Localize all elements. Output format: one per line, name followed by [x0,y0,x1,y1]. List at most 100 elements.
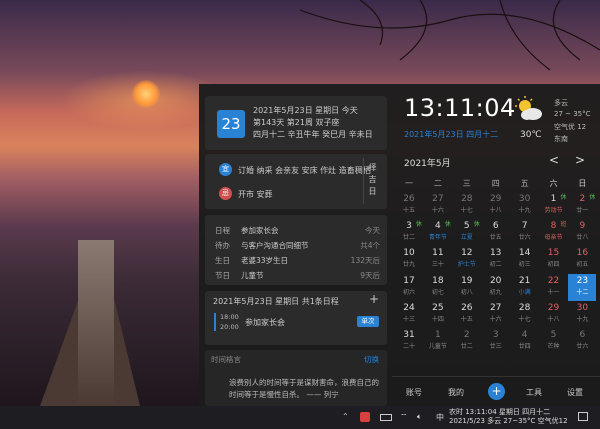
today-card[interactable]: 23 2021年5月23日 星期日 今天 第143天 第21周 双子座 四月十二… [205,96,387,150]
day-cell[interactable]: 13 初二 [482,246,510,273]
day-cell[interactable]: 14 初三 [511,246,539,273]
day-cell[interactable]: 15 初四 [540,246,568,273]
day-cell[interactable]: 30 十九 [511,192,539,219]
add-schedule-button[interactable]: + [369,292,379,306]
schedule-card: 2021年5月23日 星期日 共1条日程 + 18:00 20:00 参加家长会… [205,291,387,345]
lunar-label: 十八 [489,207,502,214]
chevron-up-icon[interactable]: ⌃ [342,412,349,421]
day-number: 30 [518,194,531,204]
lunar-label: 十八 [547,315,560,323]
day-cell[interactable]: 12 护士节 [453,246,481,273]
day-number: 21 [518,275,531,286]
settings-button[interactable]: 设置 [567,387,583,398]
day-cell[interactable]: 28 十七 [511,301,539,328]
day-cell[interactable]: 16 初五 [568,246,596,273]
lunar-label: 十九 [518,207,531,214]
prev-month-button[interactable]: < [549,153,559,167]
app-tray-icon[interactable] [360,412,370,422]
day-cell[interactable]: 2 廿二 [453,328,481,355]
holiday-tag: 休 [560,194,567,201]
day-cell[interactable]: 5 立夏休 [453,219,481,246]
day-cell[interactable]: 23 十二 [568,273,597,301]
day-cell[interactable]: 5 芒种 [540,328,568,355]
event-row[interactable]: 日程 参加家长会 今天 [215,225,380,239]
account-button[interactable]: 账号 [406,387,422,398]
day-cell[interactable]: 20 初九 [482,274,510,301]
lunar-label: 小满 [518,288,531,296]
next-month-button[interactable]: > [575,153,585,167]
mine-button[interactable]: 我的 [448,387,464,398]
tools-button[interactable]: 工具 [526,387,542,398]
taskbar: ⌃ ⌔ 🔈︎ 中 农时 13:11:04 星期日 四月十二 2021/5/23 … [0,406,600,429]
weather-aqi: 空气优 12 [554,123,587,131]
event-when: 9天后 [360,271,380,280]
event-row[interactable]: 待办 与客户沟通合同细节 共4个 [215,240,380,254]
day-number: 6 [579,330,586,340]
day-cell[interactable]: 9 廿八 [568,219,596,246]
clock-date[interactable]: 2021年5月23日 四月十二 [404,129,498,140]
schedule-name[interactable]: 参加家长会 [245,317,285,328]
day-cell[interactable]: 17 初六 [395,274,423,301]
network-icon[interactable]: ⌔ [400,412,408,422]
day-cell[interactable]: 7 廿六 [511,219,539,246]
holiday-tag: 休 [444,221,451,229]
lunar-label: 廿六 [576,343,589,350]
partly-cloudy-icon [515,96,542,120]
lunar-label: 十五 [402,207,415,214]
day-cell[interactable]: 25 十四 [424,301,452,328]
day-cell[interactable]: 31 二十 [395,328,423,355]
day-cell[interactable]: 30 十九 [568,301,596,328]
day-cell[interactable]: 4 青年节休 [424,219,452,246]
day-cell[interactable]: 28 十七 [453,192,481,219]
day-cell[interactable]: 6 廿五 [482,219,510,246]
day-cell[interactable]: 21 小满 [511,274,539,301]
day-cell[interactable]: 8 母亲节班 [540,219,568,246]
lunar-label: 初三 [518,261,531,269]
ime-indicator[interactable]: 中 [436,412,444,423]
day-cell[interactable]: 27 十六 [482,301,510,328]
day-cell[interactable]: 4 廿四 [511,328,539,355]
day-cell[interactable]: 22 十一 [540,274,568,301]
notification-icon[interactable] [578,412,588,421]
lunar-label: 青年节 [428,234,447,242]
day-number: 19 [461,275,473,286]
event-when: 共4个 [360,241,380,250]
day-cell[interactable]: 6 廿六 [568,328,596,355]
day-number: 26 [403,194,415,204]
schedule-start: 18:00 [220,313,239,321]
day-cell[interactable]: 27 十六 [424,192,452,219]
tray-clock[interactable]: 农时 13:11:04 星期日 四月十二 2021/5/23 多云 27~35°… [449,408,568,426]
side-char: 择 [368,163,377,172]
lunar-label: 三十 [431,261,444,269]
event-row[interactable]: 节日 儿童节 9天后 [215,270,380,284]
bottom-bar: 账号 我的 + 工具 设置 [392,376,600,406]
lunar-label: 初五 [576,261,589,269]
day-number: 4 [521,330,528,340]
day-cell[interactable]: 26 十五 [453,301,481,328]
switch-maxim-button[interactable]: 切换 [364,354,379,365]
day-cell[interactable]: 1 劳动节休 [540,192,568,219]
day-cell[interactable]: 24 十三 [395,301,423,328]
day-cell[interactable]: 2 廿一休 [568,192,596,219]
day-cell[interactable]: 10 廿九 [395,246,423,273]
month-title[interactable]: 2021年5月 [404,156,451,169]
day-cell[interactable]: 29 十八 [540,301,568,328]
lunar-label: 廿八 [576,234,589,242]
lunar-label: 十九 [576,315,589,323]
day-cell[interactable]: 3 廿三 [482,328,510,355]
event-row[interactable]: 生日 老婆33岁生日 132天后 [215,255,380,269]
day-cell[interactable]: 26 十五 [395,192,423,219]
auspicious-day-button[interactable]: 择 吉 日 [363,158,379,204]
day-cell[interactable]: 3 廿二休 [395,219,423,246]
day-cell[interactable]: 19 初八 [453,274,481,301]
day-cell[interactable]: 18 初七 [424,274,452,301]
volume-icon[interactable]: 🔈︎ [417,412,422,422]
day-cell[interactable]: 1 儿童节 [424,328,452,355]
almanac-card[interactable]: 宜 订婚 纳采 会亲友 安床 作灶 造畜稠栖 忌 开市 安葬 择 吉 日 [205,154,387,209]
day-cell[interactable]: 11 三十 [424,246,452,273]
event-title: 老婆33岁生日 [241,256,289,265]
add-button[interactable]: + [488,383,505,400]
day-cell[interactable]: 29 十八 [482,192,510,219]
weekday-header: 三 [462,179,471,188]
battery-icon[interactable] [380,414,392,421]
